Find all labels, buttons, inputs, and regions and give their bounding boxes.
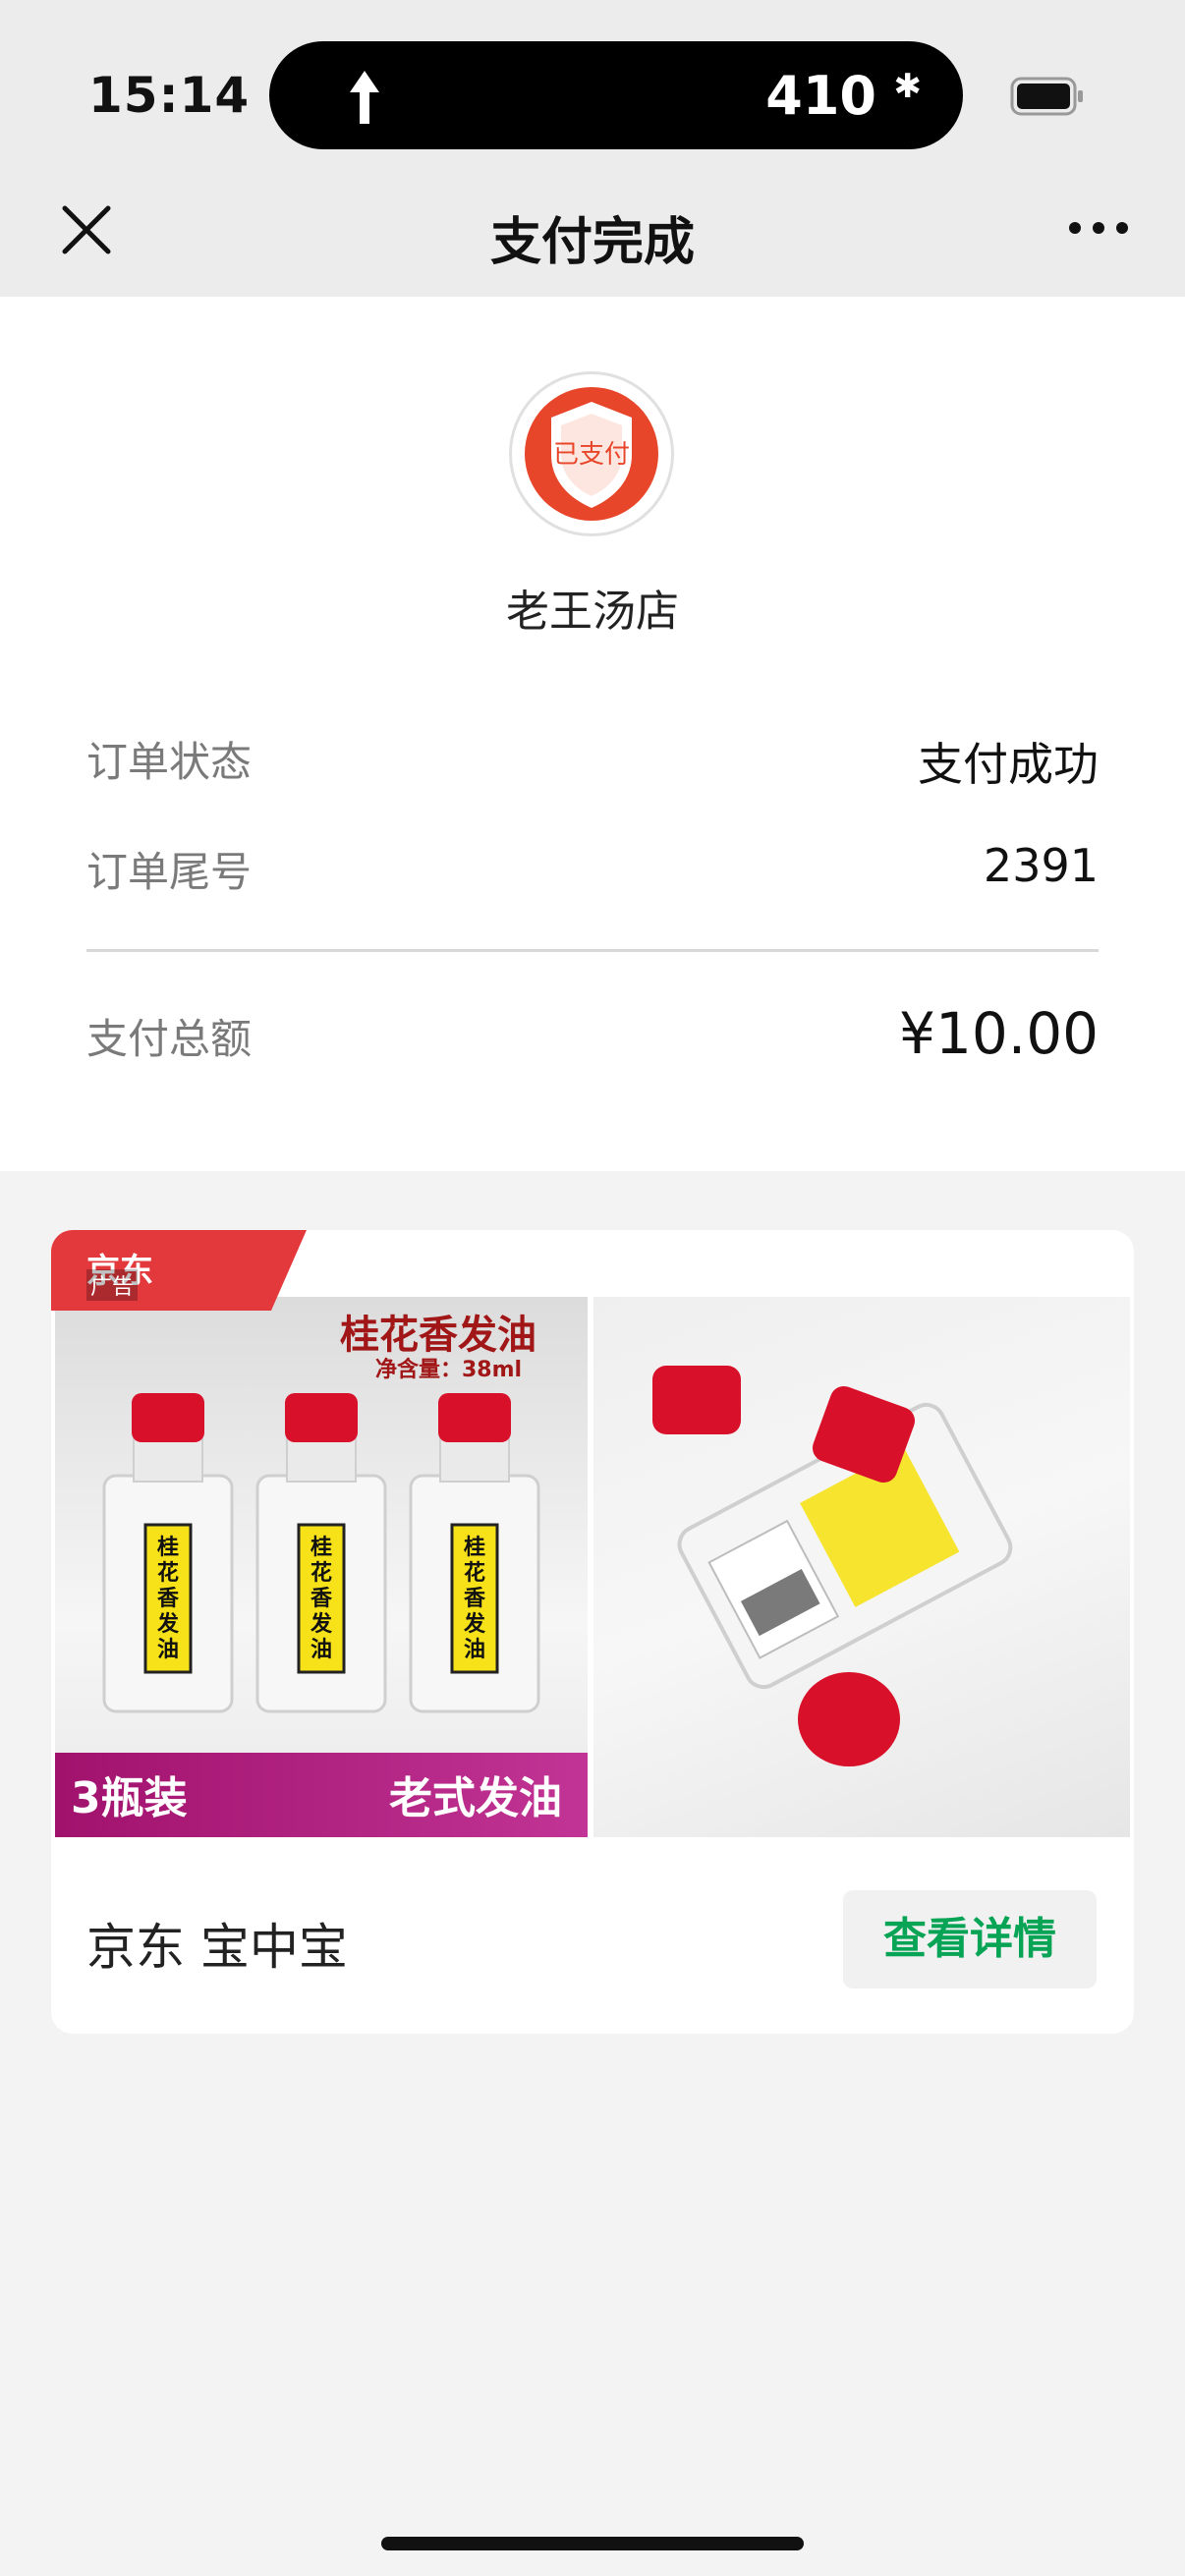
upload-arrow-icon [350,71,379,124]
order-tail-value: 2391 [983,839,1099,892]
status-time: 15:14 [88,67,251,124]
logo-text: 已支付 [553,440,630,470]
order-status-label: 订单状态 [86,738,253,786]
bottle-image: 桂 花 香 发 油 [102,1393,234,1713]
total-label: 支付总额 [86,1015,253,1063]
dynamic-island: 410 ✱ [269,41,963,149]
bottle-closeup-image [652,1366,1013,1766]
svg-text:香: 香 [157,1586,179,1611]
band-left-text: 3瓶装 [71,1773,188,1823]
svg-text:桂: 桂 [310,1535,332,1560]
svg-text:油: 油 [464,1637,485,1662]
more-options-icon[interactable] [1067,216,1130,240]
home-indicator[interactable] [381,2537,804,2550]
bottle-image: 桂 花 香 发 油 [409,1393,540,1713]
order-status-row: 订单状态 支付成功 [86,729,1099,798]
page-title: 支付完成 [489,213,695,272]
order-tail-label: 订单尾号 [86,848,253,896]
ad-title: 京东 宝中宝 [86,1919,348,1976]
paid-shield-icon: 已支付 [525,387,658,521]
nav-bar: 支付完成 [0,177,1185,297]
svg-text:香: 香 [464,1586,485,1611]
merchant-name: 老王汤店 [506,587,679,637]
ad-image-band: 3瓶装 老式发油 [55,1753,588,1837]
order-tail-row: 订单尾号 2391 [86,839,1099,908]
status-bar: 15:14 410 ✱ [0,0,1185,177]
band-right-text: 老式发油 [389,1773,562,1823]
ad-image-subtitle: 净含量：38ml [375,1358,523,1382]
svg-text:发: 发 [310,1611,333,1637]
total-row: 支付总额 ¥10.00 [86,1000,1099,1075]
order-status-value: 支付成功 [918,738,1099,791]
battery-icon [1010,77,1083,116]
svg-text:油: 油 [157,1637,179,1662]
ad-image-right[interactable] [593,1297,1130,1837]
ad-badge-tag: 广告 [86,1269,139,1301]
svg-text:发: 发 [156,1611,180,1637]
svg-text:油: 油 [310,1637,332,1662]
ad-images[interactable]: 桂花香发油 净含量：38ml 桂 花 香 发 油 桂 花 香 发 油 桂 花 香… [55,1297,1130,1837]
ad-card[interactable]: 桂花香发油 净含量：38ml 桂 花 香 发 油 桂 花 香 发 油 桂 花 香… [51,1230,1134,2034]
svg-text:花: 花 [157,1560,179,1586]
total-amount: ¥10.00 [899,1000,1099,1067]
merchant-logo: 已支付 [509,371,674,536]
ad-image-left[interactable]: 桂花香发油 净含量：38ml 桂 花 香 发 油 桂 花 香 发 油 桂 花 香… [55,1297,588,1837]
svg-text:香: 香 [310,1586,332,1611]
svg-text:花: 花 [310,1560,332,1586]
svg-text:桂: 桂 [464,1535,485,1560]
bottle-image: 桂 花 香 发 油 [255,1393,387,1713]
svg-text:发: 发 [463,1611,486,1637]
svg-text:花: 花 [464,1560,485,1586]
svg-text:桂: 桂 [157,1535,179,1560]
receipt-panel: 已支付 老王汤店 订单状态 支付成功 订单尾号 2391 支付总额 ¥10.00 [0,297,1185,1171]
island-value: 410 [765,65,876,127]
divider [86,949,1099,952]
island-symbol: ✱ [893,67,923,106]
view-details-button[interactable]: 查看详情 [843,1890,1097,1988]
